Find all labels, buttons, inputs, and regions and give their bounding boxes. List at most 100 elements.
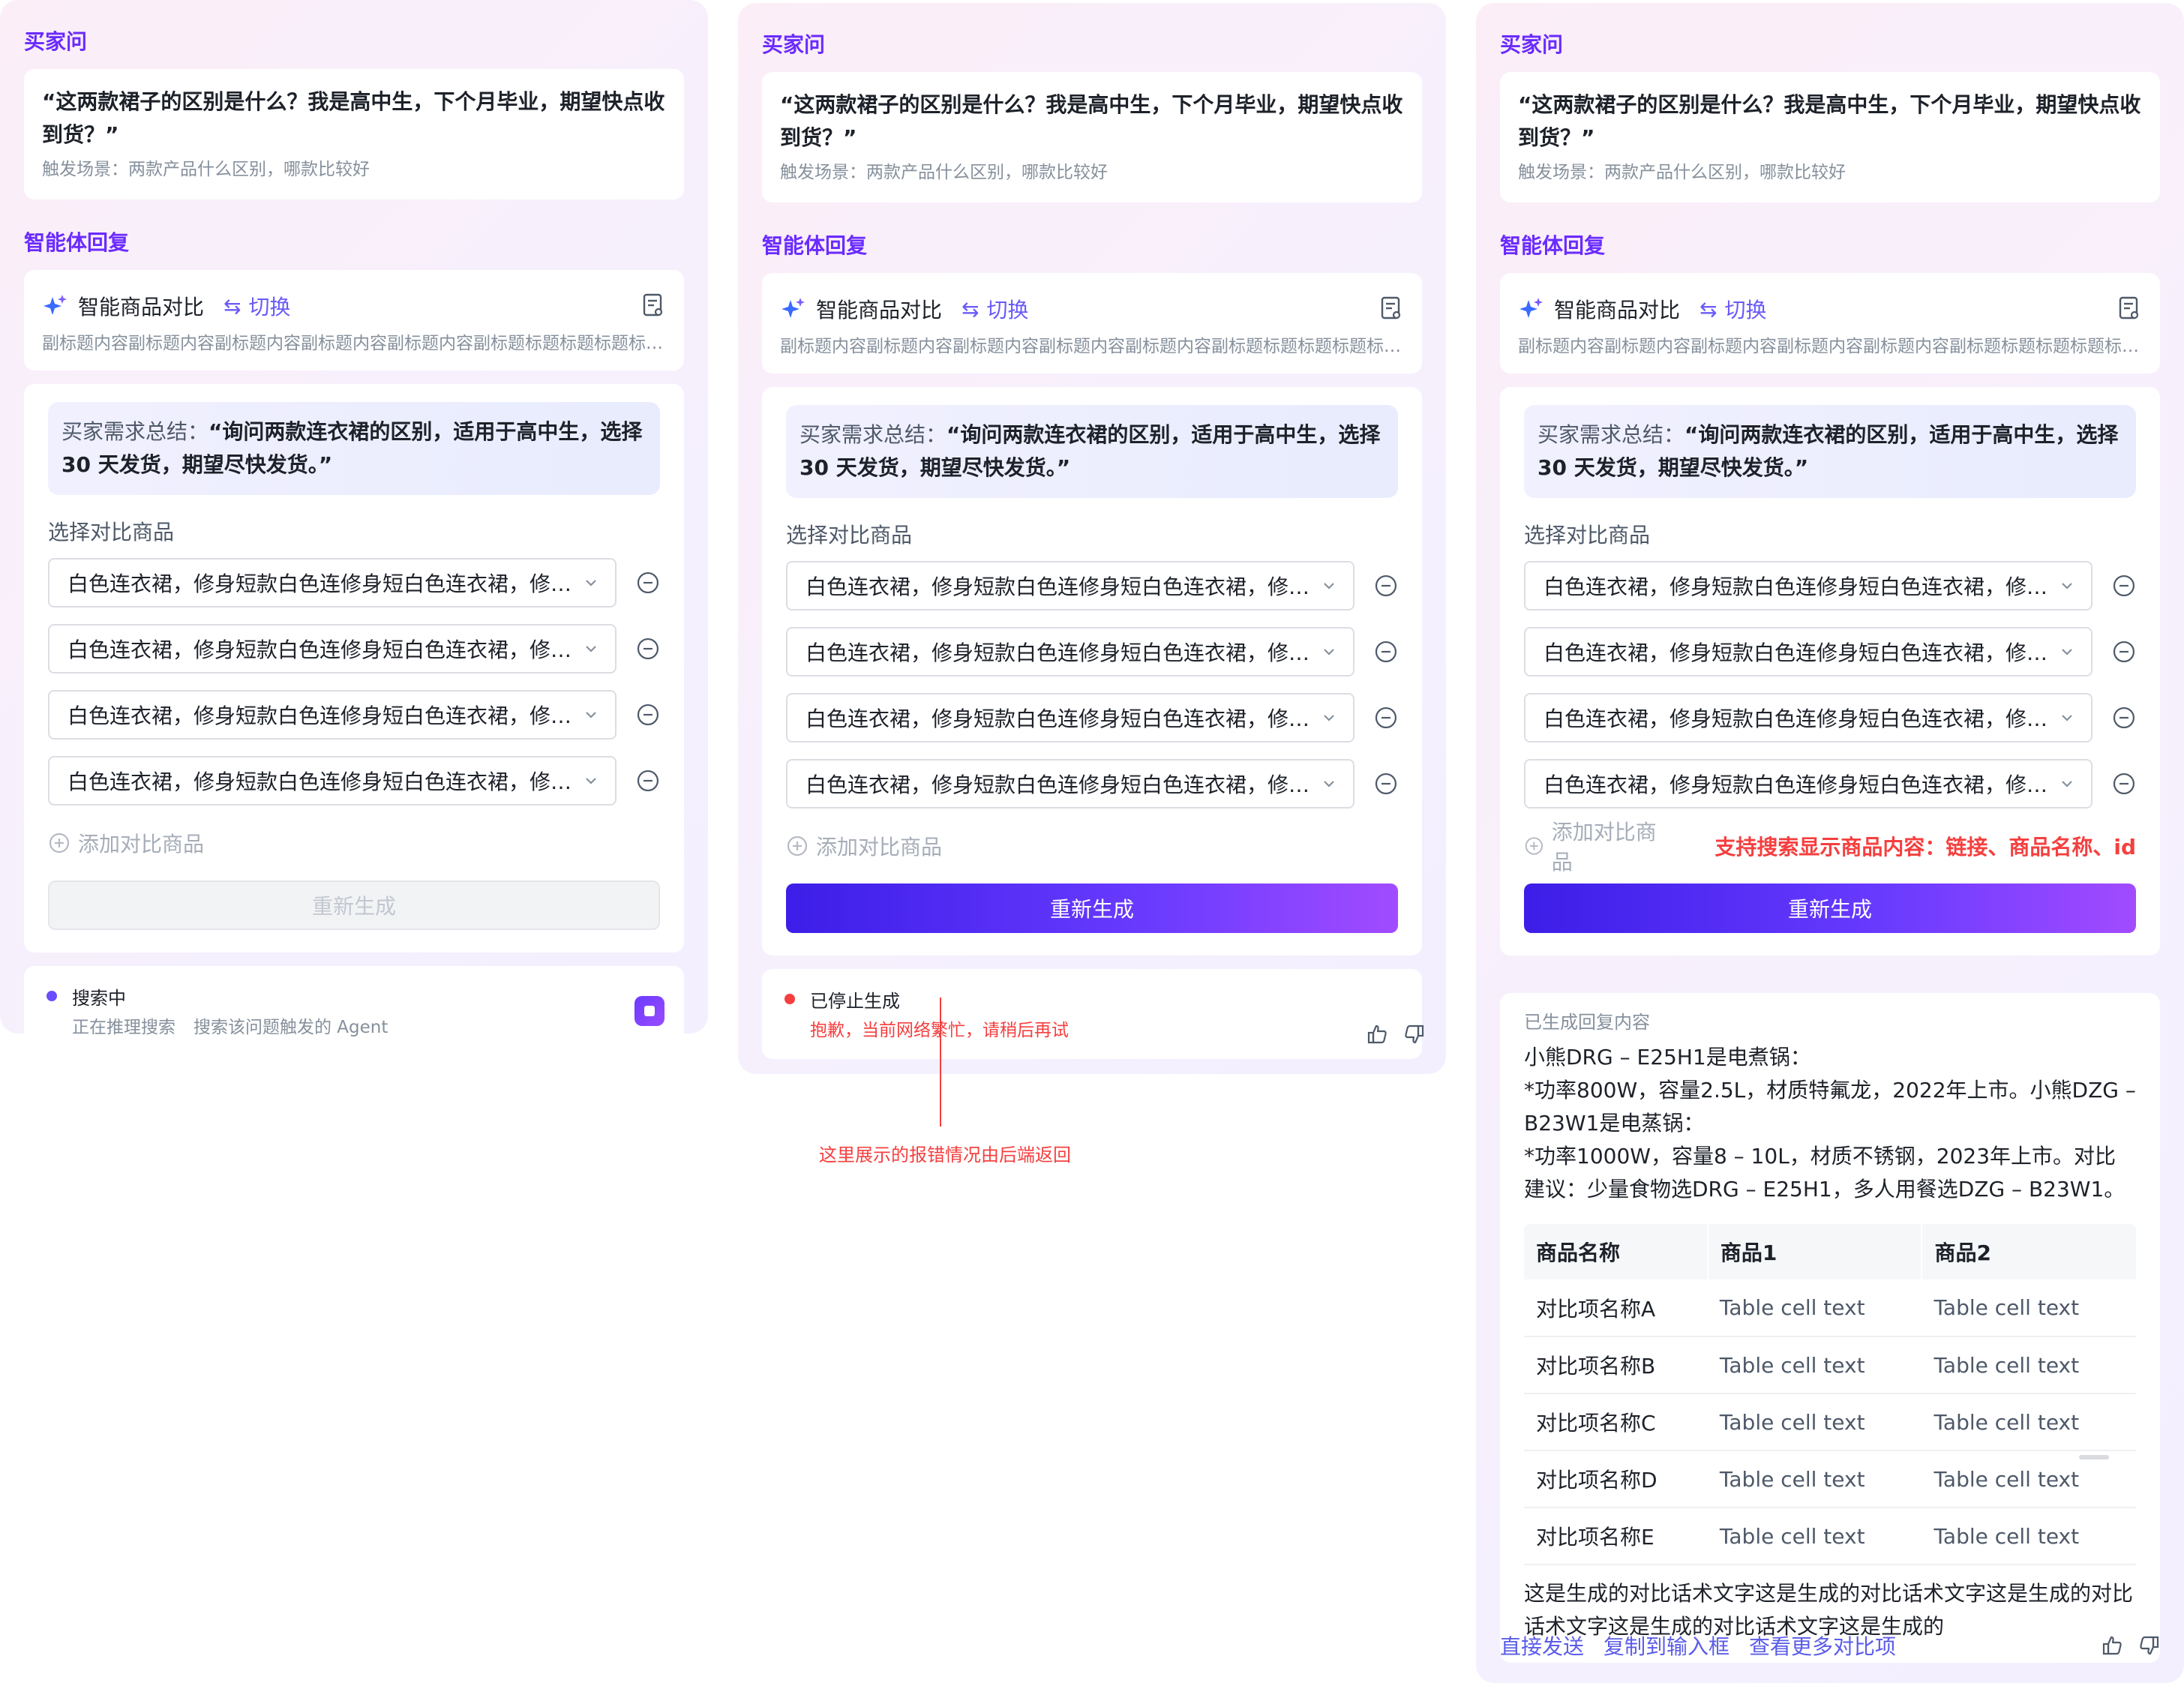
product-select[interactable]: 白色连衣裙，修身短款白色连修身短白色连衣裙，修身短款白色连衣裙 xyxy=(1524,561,2093,610)
product-select-row: 白色连衣裙，修身短款白色连修身短白色连衣裙，修身短款白色连衣裙 xyxy=(786,561,1398,610)
thumbs-down-icon[interactable] xyxy=(2138,1634,2160,1657)
add-compare-product[interactable]: 添加对比商品 xyxy=(786,831,1398,861)
select-products-label: 选择对比商品 xyxy=(48,520,175,544)
sparkle-icon xyxy=(44,295,67,315)
chevron-down-icon xyxy=(2062,649,2072,656)
table-row: 对比项名称E Table cell text Table cell text xyxy=(1524,1508,2136,1565)
table-row: 对比项名称C Table cell text Table cell text xyxy=(1524,1394,2136,1451)
product-select[interactable]: 白色连衣裙，修身短款白色连修身短白色连衣裙，修身短款白色连衣裙 xyxy=(1524,627,2093,676)
minus-circle-icon[interactable] xyxy=(636,703,660,727)
status-card-searching: 搜索中 正在推理搜索 搜索该问题触发的 Agent xyxy=(24,966,684,1056)
minus-circle-icon[interactable] xyxy=(636,571,660,595)
compare-form-card: 买家需求总结：“询问两款连衣裙的区别，适用于高中生，选择 30 天发货，期望尽快… xyxy=(1500,387,2160,956)
annotation-line xyxy=(940,998,941,1126)
send-directly-link[interactable]: 直接发送 xyxy=(1500,1630,1584,1660)
product-select-row: 白色连衣裙，修身短款白色连修身短白色连衣裙，修身短款白色连衣裙 xyxy=(48,756,660,806)
table-row: 对比项名称D Table cell text Table cell text xyxy=(1524,1450,2136,1508)
add-compare-product[interactable]: 添加对比商品 xyxy=(48,828,660,858)
add-compare-product[interactable]: 添加对比商品 支持搜索显示商品内容：链接、商品名称、id xyxy=(1524,820,2136,874)
buyer-need-summary: 买家需求总结：“询问两款连衣裙的区别，适用于高中生，选择 30 天发货，期望尽快… xyxy=(1524,405,2136,498)
minus-circle-icon[interactable] xyxy=(1374,706,1398,730)
stop-button[interactable] xyxy=(634,996,664,1026)
table-header-cell: 商品名称 xyxy=(1524,1224,1708,1280)
chevron-down-icon xyxy=(2062,583,2072,590)
product-select-value: 白色连衣裙，修身短款白色连修身短白色连衣裙，修身短款白色连衣裙 xyxy=(1544,772,2054,797)
product-select[interactable]: 白色连衣裙，修身短款白色连修身短白色连衣裙，修身短款白色连衣裙 xyxy=(786,561,1355,610)
agent-subtitle: 副标题内容副标题内容副标题内容副标题内容副标题内容副标题标题标题标题标题... xyxy=(1518,337,2142,356)
table-cell: Table cell text xyxy=(1922,1280,2136,1337)
trigger-scene: 触发场景：两款产品什么区别，哪款比较好 xyxy=(42,160,370,179)
chevron-down-icon xyxy=(1324,715,1334,722)
table-cell: Table cell text xyxy=(1707,1508,1922,1565)
buyer-question-title: 买家问 xyxy=(24,29,88,54)
regenerate-button[interactable]: 重新生成 xyxy=(786,884,1398,933)
agent-name: 智能商品对比 xyxy=(816,298,943,322)
compare-form-card: 买家需求总结：“询问两款连衣裙的区别，适用于高中生，选择 30 天发货，期望尽快… xyxy=(762,387,1422,956)
agent-subtitle: 副标题内容副标题内容副标题内容副标题内容副标题内容副标题标题标题标题标题... xyxy=(42,334,666,353)
question-text: “这两款裙子的区别是什么？我是高中生，下个月毕业，期望快点收到货？” xyxy=(780,92,1403,150)
agent-reply-title: 智能体回复 xyxy=(24,230,130,255)
switch-agent-button[interactable]: ⇆ 切换 xyxy=(1700,294,1766,324)
sparkle-icon xyxy=(1520,298,1543,318)
product-select-value: 白色连衣裙，修身短款白色连修身短白色连衣裙，修身短款白色连衣裙 xyxy=(68,638,578,662)
agent-header-card: 智能商品对比 ⇆ 切换 副标题内容副标题内容副标题内容副标题内容副标题内容副标题… xyxy=(24,270,684,370)
table-cell: Table cell text xyxy=(1707,1336,1922,1394)
minus-circle-icon[interactable] xyxy=(636,769,660,793)
product-select-value: 白色连衣裙，修身短款白色连修身短白色连衣裙，修身短款白色连衣裙 xyxy=(1544,706,2054,731)
minus-circle-icon[interactable] xyxy=(1374,574,1398,598)
document-icon[interactable] xyxy=(642,292,664,318)
product-select[interactable]: 白色连衣裙，修身短款白色连修身短白色连衣裙，修身短款白色连衣裙 xyxy=(1524,693,2093,742)
minus-circle-icon[interactable] xyxy=(2112,706,2136,730)
product-select[interactable]: 白色连衣裙，修身短款白色连修身短白色连衣裙，修身短款白色连衣裙 xyxy=(786,693,1355,742)
document-icon[interactable] xyxy=(2118,296,2140,321)
table-row: 对比项名称A Table cell text Table cell text xyxy=(1524,1280,2136,1337)
product-select-value: 白色连衣裙，修身短款白色连修身短白色连衣裙，修身短款白色连衣裙 xyxy=(68,704,578,728)
table-cell: 对比项名称C xyxy=(1524,1394,1708,1451)
product-select-value: 白色连衣裙，修身短款白色连修身短白色连衣裙，修身短款白色连衣裙 xyxy=(68,770,578,794)
minus-circle-icon[interactable] xyxy=(2112,574,2136,598)
minus-circle-icon[interactable] xyxy=(2112,640,2136,664)
switch-agent-button[interactable]: ⇆ 切换 xyxy=(224,291,290,321)
product-select[interactable]: 白色连衣裙，修身短款白色连修身短白色连衣裙，修身短款白色连衣裙 xyxy=(48,624,617,674)
thumbs-up-icon[interactable] xyxy=(2102,1634,2124,1657)
switch-label: 切换 xyxy=(248,295,291,320)
minus-circle-icon[interactable] xyxy=(636,637,660,661)
swap-icon: ⇆ xyxy=(1700,296,1718,322)
scroll-indicator[interactable] xyxy=(2079,1455,2109,1460)
product-select[interactable]: 白色连衣裙，修身短款白色连修身短白色连衣裙，修身短款白色连衣裙 xyxy=(48,756,617,806)
product-select-row: 白色连衣裙，修身短款白色连修身短白色连衣裙，修身短款白色连衣裙 xyxy=(1524,561,2136,610)
switch-agent-button[interactable]: ⇆ 切换 xyxy=(962,294,1028,324)
copy-to-input-link[interactable]: 复制到输入框 xyxy=(1604,1630,1730,1660)
thumbs-down-icon[interactable] xyxy=(1402,1023,1425,1046)
product-select-value: 白色连衣裙，修身短款白色连修身短白色连衣裙，修身短款白色连衣裙 xyxy=(806,772,1316,797)
table-cell: 对比项名称D xyxy=(1524,1450,1708,1508)
document-icon[interactable] xyxy=(1380,296,1402,321)
minus-circle-icon[interactable] xyxy=(1374,640,1398,664)
product-select-row: 白色连衣裙，修身短款白色连修身短白色连衣裙，修身短款白色连衣裙 xyxy=(1524,759,2136,808)
product-select[interactable]: 白色连衣裙，修身短款白色连修身短白色连衣裙，修身短款白色连衣裙 xyxy=(786,627,1355,676)
product-select[interactable]: 白色连衣裙，修身短款白色连修身短白色连衣裙，修身短款白色连衣裙 xyxy=(48,690,617,740)
product-select-row: 白色连衣裙，修身短款白色连修身短白色连衣裙，修身短款白色连衣裙 xyxy=(1524,627,2136,676)
status-dot xyxy=(46,991,57,1001)
question-text: “这两款裙子的区别是什么？我是高中生，下个月毕业，期望快点收到货？” xyxy=(1518,92,2141,150)
minus-circle-icon[interactable] xyxy=(2112,772,2136,796)
regenerate-button[interactable]: 重新生成 xyxy=(48,880,660,930)
thumbs-up-icon[interactable] xyxy=(1366,1023,1389,1046)
status-sub-reasoning: 正在推理搜索 xyxy=(72,1018,176,1037)
summary-label: 买家需求总结： xyxy=(800,422,947,447)
product-select[interactable]: 白色连衣裙，修身短款白色连修身短白色连衣裙，修身短款白色连衣裙 xyxy=(1524,759,2093,808)
product-select[interactable]: 白色连衣裙，修身短款白色连修身短白色连衣裙，修身短款白色连衣裙 xyxy=(786,759,1355,808)
result-card: 已生成回复内容 小熊DRG – E25H1是电煮锅： *功率800W，容量2.5L… xyxy=(1500,993,2160,1663)
chevron-down-icon xyxy=(1324,583,1334,590)
panel-stopped: 买家问 “这两款裙子的区别是什么？我是高中生，下个月毕业，期望快点收到货？” 触… xyxy=(738,3,1446,1074)
agent-reply-title: 智能体回复 xyxy=(1500,233,1606,258)
product-select[interactable]: 白色连衣裙，修身短款白色连修身短白色连衣裙，修身短款白色连衣裙 xyxy=(48,558,617,608)
table-cell: 对比项名称B xyxy=(1524,1336,1708,1394)
minus-circle-icon[interactable] xyxy=(1374,772,1398,796)
result-label: 已生成回复内容 xyxy=(1524,1012,1650,1033)
view-more-items-link[interactable]: 查看更多对比项 xyxy=(1749,1630,1896,1660)
product-select-row: 白色连衣裙，修身短款白色连修身短白色连衣裙，修身短款白色连衣裙 xyxy=(786,693,1398,742)
product-select-value: 白色连衣裙，修身短款白色连修身短白色连衣裙，修身短款白色连衣裙 xyxy=(806,640,1316,665)
add-product-label: 添加对比商品 xyxy=(1551,820,1657,874)
regenerate-button[interactable]: 重新生成 xyxy=(1524,884,2136,933)
